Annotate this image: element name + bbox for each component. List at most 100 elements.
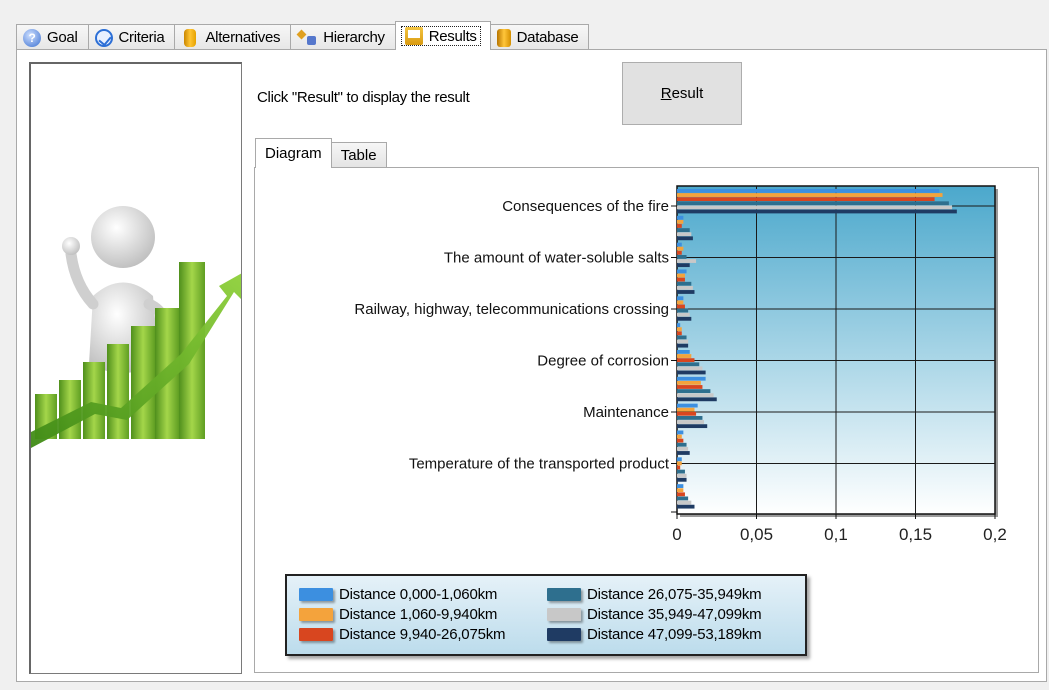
tab-results-label: Results <box>428 27 477 45</box>
bar-10-series-3 <box>677 438 684 443</box>
bar-8-series-2 <box>677 380 701 385</box>
legend-item: Distance 26,075-35,949km <box>547 584 797 604</box>
bar-2-series-5 <box>677 232 692 237</box>
legend-label: Distance 26,075-35,949km <box>587 585 762 603</box>
result-button[interactable]: Result <box>622 62 742 125</box>
bar-10-series-2 <box>677 434 682 439</box>
bar-9-series-2 <box>677 407 695 412</box>
bar-12-series-5 <box>677 500 692 505</box>
y-category-label: Temperature of the transported product <box>409 456 670 473</box>
main-tabstrip: ? Goal Criteria Alternatives Hierarchy R… <box>16 21 590 50</box>
x-tick-label: 0,1 <box>824 525 848 544</box>
tab-goal-label: Goal <box>47 29 78 46</box>
bar-12-series-2 <box>677 488 684 493</box>
legend-label: Distance 1,060-9,940km <box>339 605 498 623</box>
results-panel: Click "Result" to display the result Res… <box>16 49 1047 682</box>
growth-chart-figure-image <box>31 206 241 448</box>
bar-9-series-1 <box>677 403 698 408</box>
legend-label: Distance 0,000-1,060km <box>339 585 498 603</box>
bar-6-series-6 <box>677 343 689 348</box>
bar-1-series-6 <box>677 209 957 214</box>
bar-3-series-5 <box>677 259 697 263</box>
bar-8-series-6 <box>677 397 717 402</box>
bar-3-series-2 <box>677 246 684 251</box>
tab-hierarchy[interactable]: Hierarchy <box>290 24 396 50</box>
bar-4-series-3 <box>677 277 685 282</box>
bar-9-series-5 <box>677 420 705 424</box>
bar-12-series-4 <box>677 496 689 501</box>
bar-6-series-2 <box>677 327 682 332</box>
y-category-label: Railway, highway, telecommunications cro… <box>354 301 669 318</box>
bar-9-series-4 <box>677 416 703 420</box>
bar-1-series-1 <box>677 189 940 193</box>
legend-swatch <box>547 587 581 601</box>
help-icon: ? <box>23 28 41 47</box>
tab-criteria[interactable]: Criteria <box>87 24 176 50</box>
tab-diagram[interactable]: Diagram <box>255 138 332 168</box>
view-tabstrip: Diagram Table <box>255 138 387 168</box>
legend-item: Distance 35,949-47,099km <box>547 604 797 624</box>
bar-7-series-6 <box>677 370 706 375</box>
bar-4-series-2 <box>677 273 685 278</box>
tab-database-label: Database <box>516 29 579 46</box>
x-tick-label: 0 <box>672 525 681 544</box>
bar-10-series-6 <box>677 451 690 455</box>
result-button-mnemonic: R <box>660 85 672 102</box>
bar-6-series-5 <box>677 339 689 344</box>
bar-3-series-1 <box>677 242 682 247</box>
legend-swatch <box>299 607 333 621</box>
bar-5-series-3 <box>677 304 685 309</box>
legend-swatch <box>547 627 581 641</box>
tab-hierarchy-label: Hierarchy <box>323 29 385 46</box>
y-category-label: Maintenance <box>583 404 669 421</box>
bar-9-series-6 <box>677 424 708 429</box>
x-tick-label: 0,15 <box>899 525 932 544</box>
bar-4-series-4 <box>677 281 692 286</box>
tab-criteria-label: Criteria <box>118 29 165 46</box>
bar-8-series-4 <box>677 389 711 393</box>
y-category-label: Degree of corrosion <box>537 353 669 370</box>
bar-11-series-6 <box>677 477 687 482</box>
bar-1-series-3 <box>677 197 935 202</box>
diagram-panel: 0 0,05 0,1 0,15 0,2 Consequences of the fire T… <box>254 167 1039 673</box>
tab-results-focus: Results <box>400 26 481 46</box>
bar-3-series-4 <box>677 255 687 259</box>
bar-12-series-3 <box>677 492 685 497</box>
instruction-text: Click "Result" to display the result <box>257 89 470 106</box>
bar-9-series-3 <box>677 411 697 416</box>
legend-item: Distance 47,099-53,189km <box>547 624 797 644</box>
database-icon <box>496 28 511 47</box>
tab-database[interactable]: Database <box>489 24 590 50</box>
bar-7-series-4 <box>677 362 700 367</box>
hierarchy-icon <box>297 29 317 47</box>
bar-3-series-3 <box>677 250 682 255</box>
bar-7-series-2 <box>677 354 692 358</box>
bar-10-series-1 <box>677 430 684 435</box>
bar-8-series-5 <box>677 393 714 398</box>
bar-11-series-4 <box>677 469 685 474</box>
legend-swatch <box>547 607 581 621</box>
tab-results[interactable]: Results <box>394 21 491 50</box>
bar-11-series-2 <box>677 461 682 466</box>
legend-item: Distance 1,060-9,940km <box>299 604 547 624</box>
legend-item: Distance 0,000-1,060km <box>299 584 547 604</box>
x-tick-label: 0,2 <box>983 525 1007 544</box>
result-button-label: esult <box>671 85 704 102</box>
legend-swatch <box>299 587 333 601</box>
bar-11-series-5 <box>677 473 687 478</box>
bar-6-series-4 <box>677 335 687 340</box>
bar-5-series-6 <box>677 316 692 321</box>
tab-goal[interactable]: ? Goal <box>16 24 89 50</box>
check-circle-icon <box>94 28 113 47</box>
bar-7-series-5 <box>677 366 703 371</box>
bar-5-series-1 <box>677 296 684 301</box>
legend-label: Distance 35,949-47,099km <box>587 605 762 623</box>
tab-alternatives[interactable]: Alternatives <box>174 24 292 50</box>
bar-6-series-3 <box>677 331 682 336</box>
bar-4-series-6 <box>677 290 695 294</box>
y-category-label: The amount of water-soluble salts <box>444 250 669 267</box>
tab-table[interactable]: Table <box>330 142 387 168</box>
tab-alternatives-label: Alternatives <box>205 29 281 46</box>
bar-7-series-1 <box>677 350 690 354</box>
bar-12-series-6 <box>677 504 695 509</box>
